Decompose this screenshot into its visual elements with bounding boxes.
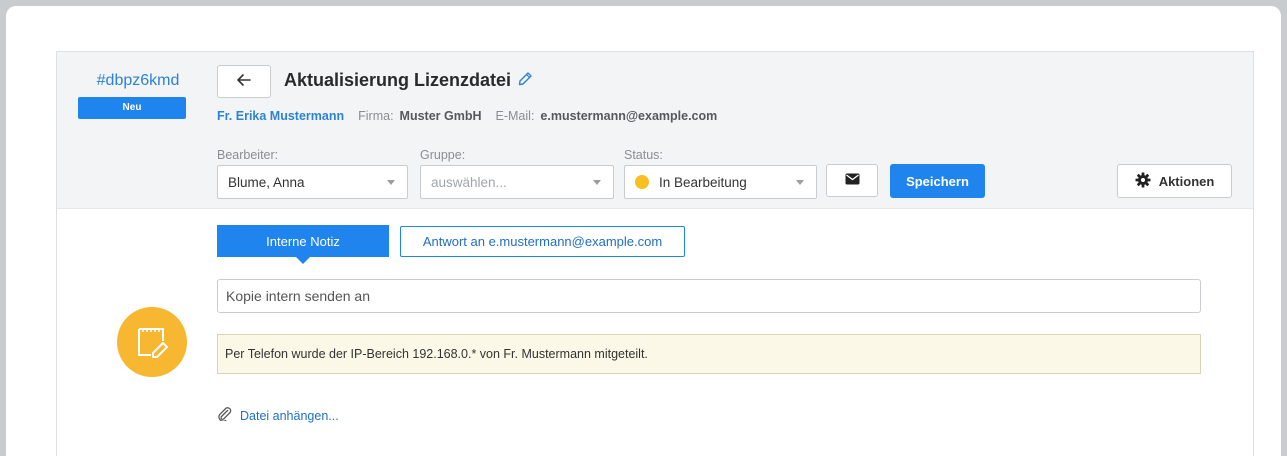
ticket-header: #dbpz6kmd Neu Aktualisierung Lizenzdatei… — [57, 52, 1253, 209]
chevron-down-icon — [796, 180, 804, 185]
page-title: Aktualisierung Lizenzdatei — [284, 69, 533, 92]
tab-reply[interactable]: Antwort an e.mustermann@example.com — [400, 226, 685, 257]
group-placeholder: auswählen... — [431, 174, 507, 190]
chevron-down-icon — [593, 180, 601, 185]
attach-label: Datei anhängen... — [240, 408, 339, 423]
note-pencil-icon — [117, 307, 187, 377]
page-card: #dbpz6kmd Neu Aktualisierung Lizenzdatei… — [6, 6, 1281, 456]
assignee-label: Bearbeiter: — [217, 148, 279, 162]
envelope-icon — [845, 172, 860, 190]
company-label: Firma: — [358, 109, 394, 123]
assignee-select[interactable]: Blume, Anna — [217, 165, 408, 199]
note-textarea[interactable]: Per Telefon wurde der IP-Bereich 192.168… — [217, 334, 1201, 374]
copy-internal-input[interactable] — [217, 279, 1201, 313]
save-button[interactable]: Speichern — [890, 164, 985, 198]
ticket-title: Aktualisierung Lizenzdatei — [284, 70, 512, 90]
gear-icon — [1135, 172, 1151, 191]
status-badge: Neu — [78, 97, 186, 119]
customer-meta: Fr. Erika Mustermann Firma: Muster GmbH … — [217, 109, 725, 123]
arrow-left-icon — [237, 73, 251, 91]
edit-pen-icon[interactable] — [517, 69, 533, 92]
company-value: Muster GmbH — [399, 109, 482, 123]
back-button[interactable] — [217, 65, 271, 98]
status-select[interactable]: In Bearbeitung — [624, 165, 817, 199]
tab-internal-note[interactable]: Interne Notiz — [217, 225, 389, 264]
assignee-value: Blume, Anna — [228, 174, 305, 190]
actions-button[interactable]: Aktionen — [1117, 164, 1232, 198]
status-label: Status: — [624, 148, 663, 162]
note-text: Per Telefon wurde der IP-Bereich 192.168… — [225, 347, 648, 361]
status-dot-icon — [635, 175, 649, 189]
group-select[interactable]: auswählen... — [420, 165, 614, 199]
actions-label: Aktionen — [1158, 173, 1215, 189]
email-value: e.mustermann@example.com — [540, 109, 718, 123]
email-label: E-Mail: — [495, 109, 535, 123]
ticket-id[interactable]: #dbpz6kmd — [83, 72, 193, 90]
ticket-panel: #dbpz6kmd Neu Aktualisierung Lizenzdatei… — [56, 51, 1254, 456]
customer-name[interactable]: Fr. Erika Mustermann — [217, 109, 344, 123]
chevron-down-icon — [387, 180, 395, 185]
status-value: In Bearbeitung — [659, 174, 747, 190]
group-label: Gruppe: — [420, 148, 466, 162]
send-mail-button[interactable] — [826, 164, 878, 197]
paperclip-icon — [217, 407, 233, 424]
attach-file-link[interactable]: Datei anhängen... — [217, 407, 339, 424]
